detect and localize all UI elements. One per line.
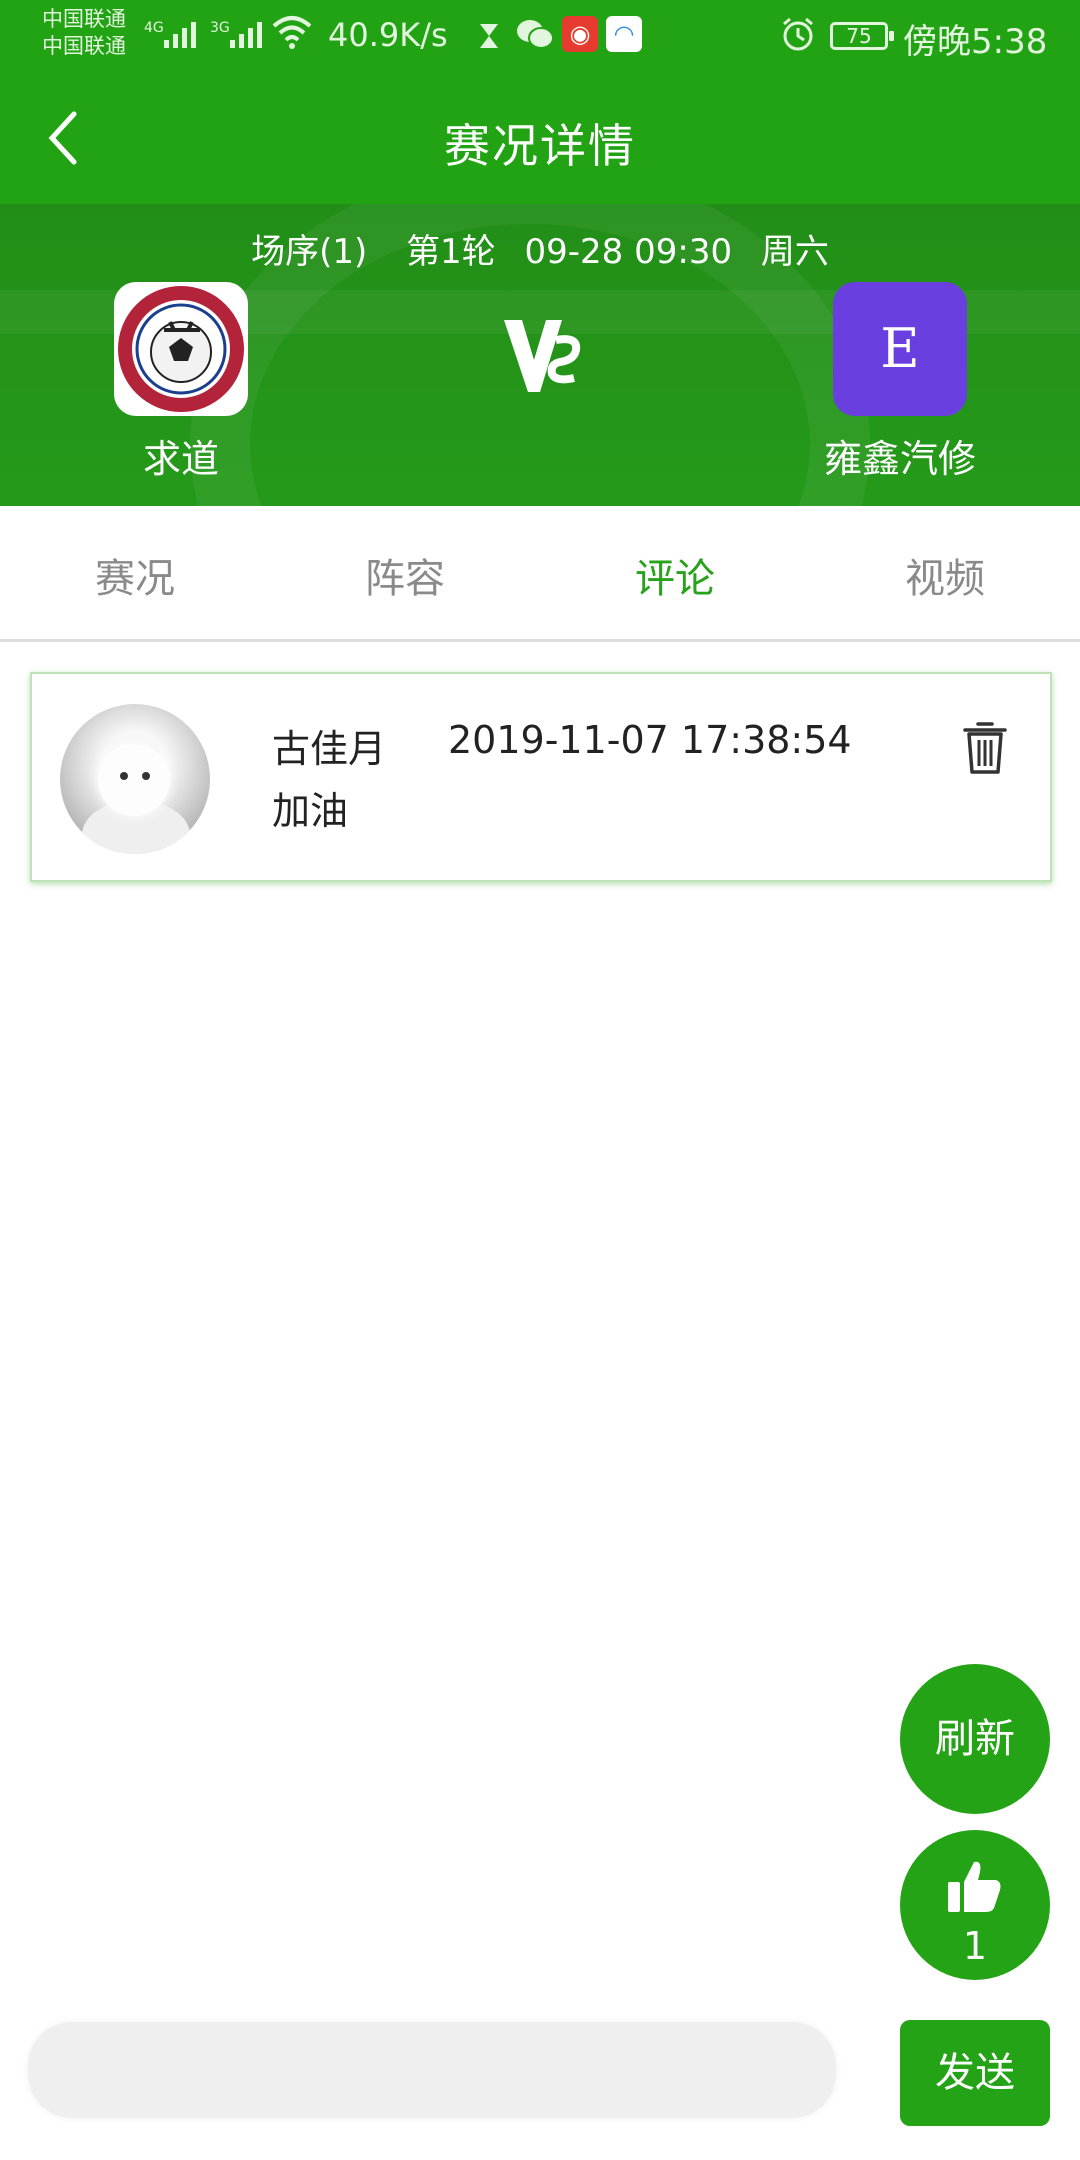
comment-content: 加油 <box>272 789 349 833</box>
like-button[interactable]: 1 <box>900 1830 1050 1980</box>
app-header: 赛况详情 <box>0 72 1080 204</box>
comment-time: 2019-11-07 17:38:54 <box>448 718 852 762</box>
status-time: 傍晚5:38 <box>903 22 1048 62</box>
match-weekday: 周六 <box>760 232 829 272</box>
network-speed: 40.9K/s <box>328 16 448 54</box>
home-team-logo[interactable] <box>114 282 248 416</box>
network-type-1: 4G <box>144 20 164 36</box>
signal-2-icon <box>230 18 262 48</box>
page-title: 赛况详情 <box>444 119 636 173</box>
match-round: 第1轮 <box>406 232 496 272</box>
versus-icon <box>504 320 581 392</box>
wechat-icon <box>517 20 554 49</box>
carrier-2: 中国联通 <box>42 34 126 58</box>
tab-match-status[interactable]: 赛况 <box>0 506 270 639</box>
carrier-1: 中国联通 <box>42 7 126 31</box>
network-type-2: 3G <box>210 20 230 36</box>
avatar[interactable] <box>60 704 210 854</box>
app-notification-icon: ◠ <box>606 16 642 52</box>
hourglass-icon <box>480 24 498 48</box>
away-team-name: 雍鑫汽修 <box>823 437 976 481</box>
wifi-icon <box>272 16 312 49</box>
alarm-icon <box>783 17 813 51</box>
status-bar: 中国联通 中国联通 4G 3G 40.9K/s ◉ ◠ 75 傍晚5:38 <box>0 0 1080 72</box>
like-count: 1 <box>962 1924 988 1968</box>
comment-author: 古佳月 <box>272 727 387 771</box>
trash-icon[interactable] <box>962 720 1008 776</box>
match-info: 场序(1) 第1轮 09-28 09:30 周六 <box>0 224 1080 273</box>
cat-face <box>98 744 170 816</box>
cat-eye-right <box>142 772 150 780</box>
battery-indicator: 75 <box>830 22 894 50</box>
thumbs-up-icon <box>948 1861 1001 1912</box>
tab-comments[interactable]: 评论 <box>540 506 810 639</box>
tab-bar: 赛况 阵容 评论 视频 <box>0 506 1080 642</box>
comment-input[interactable] <box>28 2022 836 2118</box>
football-club-badge-icon <box>118 286 244 412</box>
tab-lineup[interactable]: 阵容 <box>270 506 540 639</box>
comment-card: 古佳月 2019-11-07 17:38:54 加油 <box>30 672 1052 882</box>
tab-video[interactable]: 视频 <box>810 506 1080 639</box>
match-datetime: 09-28 09:30 <box>524 232 733 272</box>
match-header: 场序(1) 第1轮 09-28 09:30 周六 求道 E 雍鑫汽修 <box>0 204 1080 506</box>
match-order: 场序(1) <box>251 232 368 272</box>
home-team-name: 求道 <box>142 437 219 481</box>
send-button[interactable]: 发送 <box>900 2020 1050 2126</box>
away-team-logo[interactable]: E <box>833 282 967 416</box>
music-app-icon: ◉ <box>562 16 598 52</box>
carrier-info: 中国联通 中国联通 <box>42 6 126 60</box>
cat-eye-left <box>120 772 128 780</box>
signal-1-icon <box>164 18 196 48</box>
refresh-button[interactable]: 刷新 <box>900 1664 1050 1814</box>
